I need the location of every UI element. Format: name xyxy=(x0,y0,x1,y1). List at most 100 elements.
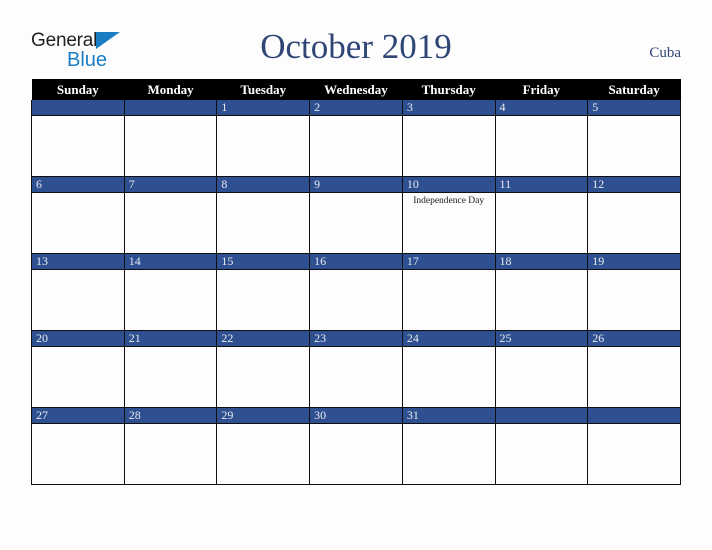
holiday-event-label: Independence Day xyxy=(413,196,485,206)
day-number: 3 xyxy=(406,100,413,114)
calendar-day-cell[interactable]: 29 xyxy=(216,407,311,485)
calendar-week-row: 20 21 22 23 24 25 26 xyxy=(31,330,681,408)
day-cell-inner: 10 Independence Day xyxy=(403,177,495,253)
calendar-day-cell[interactable]: 31 xyxy=(401,407,496,485)
day-cell-inner: 14 xyxy=(125,254,216,330)
day-cell-inner: 8 xyxy=(217,177,309,253)
calendar-body: 1 2 3 4 5 6 7 8 9 10 Independence Day 11 12 13 14 15 16 1… xyxy=(31,100,681,485)
calendar-day-cell[interactable]: 10 Independence Day xyxy=(401,176,496,254)
day-cell-inner: 19 xyxy=(588,254,680,330)
calendar-day-cell[interactable]: 2 xyxy=(309,100,403,177)
day-cell-body xyxy=(589,270,680,272)
day-cell-inner: 6 xyxy=(32,177,124,253)
day-number: 27 xyxy=(36,408,48,422)
calendar-day-cell[interactable]: 18 xyxy=(494,253,589,331)
calendar-day-cell[interactable]: 3 xyxy=(401,100,496,177)
weekday-header-wednesday: Wednesday xyxy=(309,79,403,100)
calendar-day-cell[interactable]: 25 xyxy=(494,330,589,408)
day-cell-inner: 28 xyxy=(125,408,216,484)
day-cell-body xyxy=(589,347,680,349)
day-number-band: 30 xyxy=(310,408,402,424)
calendar-day-cell[interactable]: 24 xyxy=(401,330,496,408)
calendar-day-cell[interactable]: 17 xyxy=(401,253,496,331)
day-number-band xyxy=(588,408,680,424)
weekday-header-sunday: Sunday xyxy=(31,79,125,100)
day-cell-body xyxy=(403,270,494,272)
calendar-day-cell[interactable]: 6 xyxy=(31,176,125,254)
day-cell-inner: 12 xyxy=(588,177,680,253)
day-cell-body xyxy=(311,193,402,195)
day-number: 29 xyxy=(221,408,234,422)
day-number-band: 2 xyxy=(310,100,402,116)
day-number-band: 28 xyxy=(125,408,216,424)
day-number-band: 31 xyxy=(403,408,495,424)
calendar-week-row: 1 2 3 4 5 xyxy=(31,100,681,177)
calendar-day-cell[interactable] xyxy=(494,407,589,485)
country-label: Cuba xyxy=(649,45,681,61)
calendar-day-cell[interactable]: 7 xyxy=(123,176,218,254)
calendar-day-cell[interactable]: 13 xyxy=(31,253,125,331)
calendar-day-cell[interactable]: 11 xyxy=(494,176,589,254)
day-cell-inner: 25 xyxy=(496,331,587,407)
day-cell-inner: 24 xyxy=(403,331,495,407)
day-number-band: 5 xyxy=(588,100,680,116)
day-number: 2 xyxy=(314,100,321,114)
calendar-day-cell[interactable]: 16 xyxy=(309,253,403,331)
calendar-day-cell[interactable]: 8 xyxy=(216,176,311,254)
calendar-day-cell[interactable] xyxy=(31,100,125,177)
day-number-band: 23 xyxy=(310,331,402,347)
day-number-band: 20 xyxy=(32,331,124,347)
calendar-day-cell[interactable]: 26 xyxy=(587,330,681,408)
calendar-day-cell[interactable] xyxy=(123,100,218,177)
calendar-day-cell[interactable]: 15 xyxy=(216,253,311,331)
day-cell-inner: 3 xyxy=(403,100,495,176)
day-cell-body xyxy=(32,347,123,349)
day-cell-inner: 13 xyxy=(32,254,124,330)
calendar-day-cell[interactable]: 22 xyxy=(216,330,311,408)
blue-triangle-icon xyxy=(96,32,120,49)
calendar-day-cell[interactable]: 9 xyxy=(309,176,403,254)
calendar-day-cell[interactable]: 23 xyxy=(309,330,403,408)
calendar-day-cell[interactable]: 20 xyxy=(31,330,125,408)
calendar-day-cell[interactable]: 4 xyxy=(494,100,589,177)
day-number: 17 xyxy=(406,254,419,268)
day-number: 4 xyxy=(499,100,506,114)
day-cell-body xyxy=(125,347,216,349)
calendar-day-cell[interactable]: 12 xyxy=(587,176,681,254)
calendar-week-row: 13 14 15 16 17 18 19 xyxy=(31,253,681,331)
day-number-band: 19 xyxy=(588,254,680,270)
weekday-header-saturday: Saturday xyxy=(587,79,681,100)
day-cell-inner: 9 xyxy=(310,177,402,253)
day-cell-body xyxy=(311,270,402,272)
day-cell-body xyxy=(125,270,216,272)
day-cell-inner xyxy=(32,100,124,176)
calendar-day-cell[interactable]: 14 xyxy=(123,253,218,331)
day-number: 18 xyxy=(499,254,512,268)
calendar-day-cell[interactable]: 1 xyxy=(216,100,311,177)
day-cell-inner: 11 xyxy=(496,177,587,253)
calendar-day-cell[interactable]: 30 xyxy=(309,407,403,485)
calendar-grid: Sunday Monday Tuesday Wednesday Thursday… xyxy=(31,79,681,485)
calendar-day-cell[interactable]: 21 xyxy=(123,330,218,408)
day-number-band: 12 xyxy=(588,177,680,193)
day-number-band: 1 xyxy=(217,100,309,116)
general-blue-logo[interactable]: General Blue xyxy=(31,30,146,74)
day-cell-body xyxy=(125,193,216,195)
calendar-day-cell[interactable]: 5 xyxy=(587,100,681,177)
day-number-band: 7 xyxy=(125,177,216,193)
calendar-day-cell[interactable] xyxy=(587,407,681,485)
calendar-day-cell[interactable]: 27 xyxy=(31,407,125,485)
day-cell-body xyxy=(589,116,680,118)
day-cell-body xyxy=(403,347,494,349)
day-number: 31 xyxy=(406,408,419,422)
day-cell-body: Independence Day xyxy=(403,193,494,207)
calendar-day-cell[interactable]: 28 xyxy=(123,407,218,485)
day-number: 19 xyxy=(592,254,605,268)
day-number: 26 xyxy=(592,331,605,345)
day-cell-body xyxy=(403,116,494,118)
calendar-day-cell[interactable]: 19 xyxy=(587,253,681,331)
day-number: 5 xyxy=(592,100,599,114)
day-cell-body xyxy=(403,424,494,426)
page-title: October 2019 xyxy=(260,27,452,66)
day-number: 21 xyxy=(128,331,141,345)
